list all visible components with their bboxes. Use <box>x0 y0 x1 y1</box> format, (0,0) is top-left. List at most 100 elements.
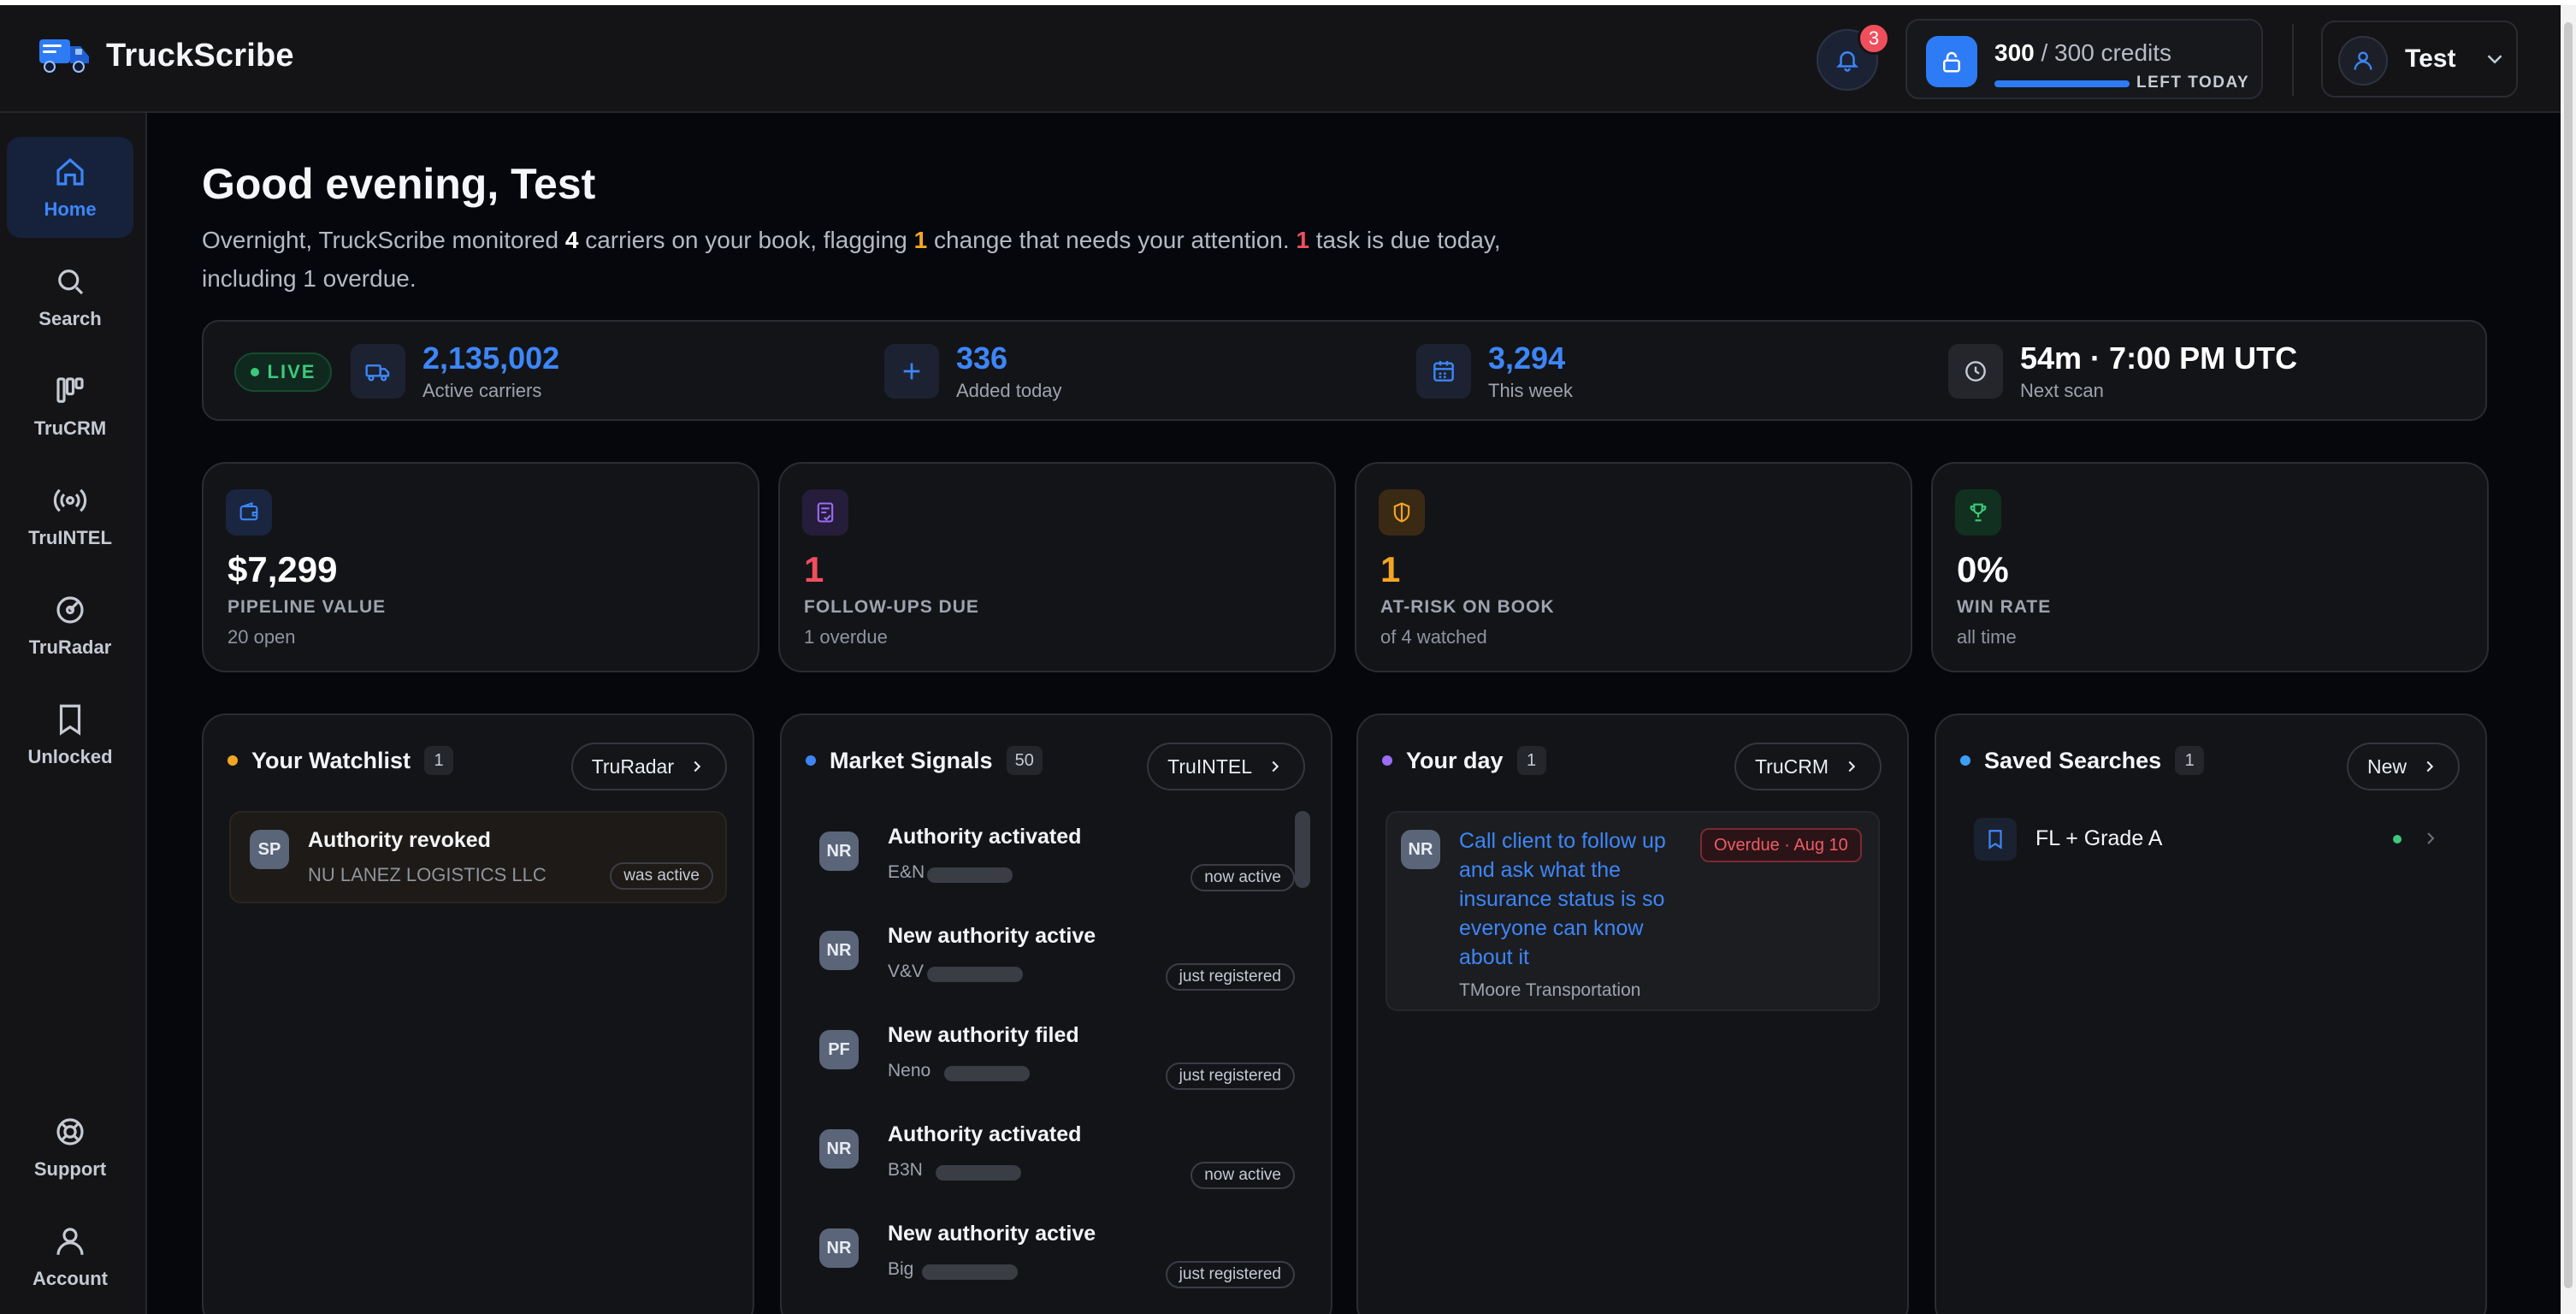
overdue-badge: Overdue · Aug 10 <box>1700 828 1862 862</box>
lifebuoy-icon <box>56 1118 84 1145</box>
sidebar-item-account[interactable]: Account <box>7 1206 133 1307</box>
sidebar-item-home[interactable]: Home <box>7 137 133 238</box>
stat-next-scan-value: 54m · 7:00 PM UTC <box>2020 340 2298 376</box>
kpi-follow-ups-due[interactable]: 1 FOLLOW-UPS DUE 1 overdue <box>778 462 1336 672</box>
kpi-label: WIN RATE <box>1957 597 2052 617</box>
panel-header: Market Signals 50 <box>806 746 1043 775</box>
user-icon <box>2354 51 2372 70</box>
signal-item[interactable]: NR New authority active V&V just registe… <box>819 919 1298 1013</box>
live-dot <box>250 368 259 376</box>
status-dot <box>227 755 238 766</box>
kpi-value: $7,299 <box>227 549 338 589</box>
signal-item[interactable]: NR Authority activated E&N now active <box>819 820 1298 914</box>
notification-count-badge: 3 <box>1858 22 1890 55</box>
redacted-text <box>927 967 1023 982</box>
truintel-link-button[interactable]: TruINTEL <box>1147 743 1305 790</box>
signal-title: Authority activated <box>888 1122 1082 1146</box>
panel-title: Market Signals <box>830 747 993 773</box>
kpi-sublabel: of 4 watched <box>1380 626 1487 648</box>
status-badge: now active <box>1191 1162 1295 1189</box>
bookmark-icon <box>1974 818 2017 861</box>
task-description-link[interactable]: Call client to follow up and ask what th… <box>1459 826 1702 972</box>
sidebar-item-trucrm[interactable]: TruCRM <box>7 356 133 457</box>
calendar-icon <box>1416 344 1471 399</box>
app-logo[interactable]: TruckScribe <box>38 34 294 77</box>
panel-title: Your Watchlist <box>251 747 411 773</box>
saved-search-item[interactable]: FL + Grade A <box>1974 816 2453 862</box>
watchlist-item-company: NU LANEZ LOGISTICS LLC <box>308 864 547 885</box>
chevron-right-icon <box>2427 832 2435 844</box>
stat-next-scan-label: Next scan <box>2020 380 2104 401</box>
saved-search-label: FL + Grade A <box>2035 826 2163 850</box>
radar-icon <box>56 596 84 624</box>
truck-icon <box>351 344 405 399</box>
user-avatar <box>2338 36 2388 86</box>
status-dot <box>806 755 816 766</box>
page-scrollbar-thumb[interactable] <box>2564 22 2573 1288</box>
chevron-right-icon <box>1848 761 1856 772</box>
home-icon <box>56 157 84 186</box>
kpi-label: FOLLOW-UPS DUE <box>804 597 979 617</box>
watchlist-item-title: Authority revoked <box>308 828 491 852</box>
panel-title: Saved Searches <box>1984 747 2162 773</box>
watchlist-item[interactable]: SP Authority revoked NU LANEZ LOGISTICS … <box>229 811 727 903</box>
signal-carrier-name: E&N <box>888 862 925 882</box>
kanban-icon <box>56 377 84 403</box>
signal-title: New authority active <box>888 924 1096 948</box>
sidebar-item-label: Unlocked <box>27 746 113 767</box>
chevron-right-icon <box>2426 761 2434 772</box>
truradar-link-button[interactable]: TruRadar <box>570 743 727 790</box>
panel-header: Your day 1 <box>1382 746 1546 775</box>
daily-summary: Overnight, TruckScribe monitored 4 carri… <box>202 227 1501 292</box>
kpi-sublabel: 1 overdue <box>804 626 888 648</box>
broadcast-icon <box>53 488 87 512</box>
task-list-icon <box>802 489 848 536</box>
task-item[interactable]: NR Call client to follow up and ask what… <box>1385 811 1880 1011</box>
stat-active-carriers-label: Active carriers <box>422 380 542 401</box>
panel-count-badge: 1 <box>1516 746 1546 775</box>
sidebar-item-truintel[interactable]: TruINTEL <box>7 465 133 566</box>
kpi-value: 1 <box>1380 549 1401 589</box>
redacted-text <box>944 1066 1030 1081</box>
sidebar-item-support[interactable]: Support <box>7 1097 133 1198</box>
sidebar: Home Search TruCRM TruINTEL TruRadar Unl… <box>0 113 147 1314</box>
new-saved-search-button[interactable]: New <box>2346 743 2460 790</box>
sidebar-item-truradar[interactable]: TruRadar <box>7 575 133 676</box>
sidebar-item-label: TruINTEL <box>28 527 112 548</box>
saved-searches-panel: Saved Searches 1 New FL + Grade A <box>1935 713 2487 1314</box>
kpi-label: AT-RISK ON BOOK <box>1380 597 1555 617</box>
trucrm-link-button[interactable]: TruCRM <box>1734 743 1882 790</box>
redacted-text <box>936 1165 1021 1181</box>
wallet-icon <box>226 489 272 536</box>
page-scrollbar[interactable] <box>2561 5 2576 1314</box>
user-menu-button[interactable]: Test <box>2321 21 2518 98</box>
plus-icon <box>884 344 939 399</box>
user-icon <box>56 1228 84 1255</box>
signal-item[interactable]: PF New authority filed Neno just registe… <box>819 1018 1298 1112</box>
kpi-at-risk-on-book[interactable]: 1 AT-RISK ON BOOK of 4 watched <box>1355 462 1912 672</box>
top-header: TruckScribe 3 300 / 300 credits LEFT TOD… <box>0 5 2561 113</box>
redacted-text <box>922 1264 1018 1280</box>
avatar: NR <box>1401 830 1440 869</box>
signal-carrier-name: Big <box>888 1259 914 1279</box>
search-icon <box>58 269 84 295</box>
kpi-win-rate[interactable]: 0% WIN RATE all time <box>1931 462 2489 672</box>
credits-progress-bar <box>1994 80 2130 87</box>
page-title: Good evening, Test <box>202 160 596 208</box>
redacted-text <box>927 867 1013 883</box>
signal-carrier-name: B3N <box>888 1160 923 1180</box>
app-name: TruckScribe <box>106 37 294 74</box>
signal-item[interactable]: NR Authority activated B3N now active <box>819 1117 1298 1211</box>
trophy-icon <box>1955 489 2001 536</box>
signal-title: Authority activated <box>888 825 1082 849</box>
sidebar-item-unlocked[interactable]: Unlocked <box>7 684 133 785</box>
credits-widget[interactable]: 300 / 300 credits LEFT TODAY <box>1905 19 2263 99</box>
avatar: NR <box>819 1228 859 1268</box>
avatar: SP <box>250 830 289 869</box>
avatar: NR <box>819 1129 859 1169</box>
lock-icon <box>1926 36 1977 87</box>
kpi-pipeline-value[interactable]: $7,299 PIPELINE VALUE 20 open <box>202 462 759 672</box>
sidebar-item-search[interactable]: Search <box>7 246 133 347</box>
signal-item[interactable]: NR New authority active Big just registe… <box>819 1216 1298 1311</box>
signal-carrier-name: V&V <box>888 962 925 981</box>
